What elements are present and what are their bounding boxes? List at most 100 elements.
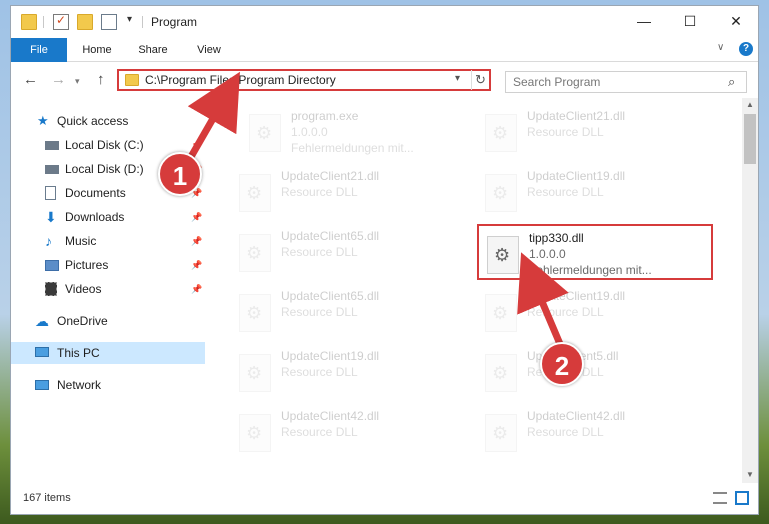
address-path[interactable]: C:\Program Files\Program Directory	[145, 73, 336, 87]
dll-file-icon	[485, 354, 517, 392]
back-arrow-icon[interactable]: ←	[23, 71, 38, 88]
address-bar[interactable]: C:\Program Files\Program Directory ▾ ↻	[117, 69, 491, 91]
pin-icon[interactable]: 📌	[191, 206, 202, 228]
pin-icon[interactable]: 📌	[191, 254, 202, 276]
file-item[interactable]: program.exe 1.0.0.0 Fehlermeldungen mit.…	[241, 104, 477, 160]
file-item[interactable]: UpdateClient19.dll Resource DLL	[477, 284, 713, 340]
forward-arrow-icon[interactable]: →	[51, 71, 66, 88]
sidebar-item-music[interactable]: ♪ Music 📌	[11, 230, 205, 252]
search-input[interactable]	[506, 72, 716, 92]
pin-icon[interactable]: 📌	[191, 230, 202, 252]
file-type: Resource DLL	[281, 185, 358, 199]
file-item[interactable]: UpdateClient65.dll Resource DLL	[231, 284, 467, 340]
network-icon	[35, 380, 49, 390]
file-item[interactable]: UpdateClient42.dll Resource DLL	[231, 404, 467, 460]
file-text: UpdateClient21.dll Resource DLL	[527, 108, 625, 140]
tab-home[interactable]: Home	[73, 38, 121, 62]
folder-icon	[21, 14, 37, 30]
file-name: UpdateClient21.dll	[281, 169, 380, 183]
sidebar-item-quick-access[interactable]: ★ Quick access	[11, 110, 205, 132]
minimize-button[interactable]: —	[621, 6, 667, 36]
file-name: tipp330.dll	[529, 231, 584, 245]
file-text: UpdateClient21.dll Resource DLL	[281, 168, 379, 200]
file-text: tipp330.dll 1.0.0.0 Fehlermeldungen mit.…	[529, 230, 652, 278]
sidebar-item-pictures[interactable]: Pictures 📌	[11, 254, 205, 276]
file-name: UpdateClient65.dll	[281, 229, 380, 243]
properties-icon[interactable]	[53, 13, 69, 30]
scroll-up-icon[interactable]: ▲	[746, 100, 754, 109]
document-icon	[45, 186, 56, 200]
search-icon[interactable]: ⌕	[728, 74, 735, 90]
file-name: UpdateClient19.dll	[527, 169, 626, 183]
drive-icon	[45, 141, 59, 150]
file-item[interactable]: UpdateClient21.dll Resource DLL	[231, 164, 467, 220]
address-dropdown-icon[interactable]: ▾	[455, 73, 460, 84]
close-button[interactable]: ✕	[713, 6, 758, 36]
recent-locations-icon[interactable]: ▾	[75, 76, 80, 87]
new-folder-icon[interactable]	[77, 14, 93, 30]
file-name: UpdateClient19.dll	[281, 349, 380, 363]
navigation-bar: ← → ▾ ↑ C:\Program Files\Program Directo…	[11, 63, 758, 97]
drive-icon	[45, 165, 59, 174]
file-item[interactable]: UpdateClient19.dll Resource DLL	[477, 164, 713, 220]
dll-file-icon	[485, 114, 517, 152]
file-name: UpdateClient42.dll	[527, 409, 626, 423]
file-type: Resource DLL	[527, 185, 604, 199]
video-icon	[45, 282, 57, 296]
pictures-icon	[45, 260, 59, 271]
up-arrow-icon[interactable]: ↑	[97, 71, 105, 88]
scroll-down-icon[interactable]: ▼	[746, 470, 754, 479]
pin-icon[interactable]: 📌	[191, 134, 202, 156]
file-type: Resource DLL	[527, 305, 604, 319]
tab-share[interactable]: Share	[129, 38, 177, 62]
file-type: Resource DLL	[527, 125, 604, 139]
details-view-icon[interactable]	[713, 492, 727, 504]
sidebar-item-downloads[interactable]: ⬇ Downloads 📌	[11, 206, 205, 228]
view-options-icon[interactable]	[101, 14, 117, 30]
file-text: UpdateClient42.dll Resource DLL	[527, 408, 625, 440]
pin-icon[interactable]: 📌	[191, 278, 202, 300]
file-text: UpdateClient65.dll Resource DLL	[281, 288, 379, 320]
title-bar: ▾ Program — ☐ ✕	[11, 6, 758, 38]
file-item[interactable]: UpdateClient65.dll Resource DLL	[231, 224, 467, 280]
file-type: Resource DLL	[527, 425, 604, 439]
file-text: program.exe 1.0.0.0 Fehlermeldungen mit.…	[291, 108, 414, 156]
scrollbar-thumb[interactable]	[744, 114, 756, 164]
file-item[interactable]: UpdateClient19.dll Resource DLL	[231, 344, 467, 400]
tab-view[interactable]: View	[187, 38, 231, 62]
sidebar-item-videos[interactable]: Videos 📌	[11, 278, 205, 300]
sidebar-item-network[interactable]: Network	[11, 374, 205, 396]
download-icon: ⬇	[45, 209, 57, 225]
file-item[interactable]: UpdateClient42.dll Resource DLL	[477, 404, 713, 460]
large-icons-view-icon[interactable]	[735, 491, 749, 505]
refresh-icon[interactable]: ↻	[471, 70, 489, 90]
expand-ribbon-icon[interactable]: ∨	[717, 42, 724, 53]
file-type: Resource DLL	[281, 305, 358, 319]
window-title: Program	[151, 15, 198, 29]
file-text: UpdateClient19.dll Resource DLL	[527, 288, 625, 320]
star-icon: ★	[37, 113, 49, 128]
separator	[142, 16, 143, 28]
search-box[interactable]: ⌕	[505, 71, 747, 93]
dll-file-icon	[485, 174, 517, 212]
file-item-tipp330-dll[interactable]: tipp330.dll 1.0.0.0 Fehlermeldungen mit.…	[477, 224, 713, 280]
help-icon[interactable]: ?	[739, 42, 753, 56]
tab-file[interactable]: File	[11, 38, 67, 62]
file-name: UpdateClient65.dll	[281, 289, 380, 303]
file-text: UpdateClient42.dll Resource DLL	[281, 408, 379, 440]
maximize-button[interactable]: ☐	[667, 6, 713, 36]
computer-icon	[35, 347, 49, 357]
dll-settings-icon	[487, 236, 519, 274]
file-explorer-window: ▾ Program — ☐ ✕ File Home Share View ∨ ?…	[10, 5, 759, 515]
file-description: Fehlermeldungen mit...	[529, 263, 652, 277]
sidebar-item-onedrive[interactable]: ☁ OneDrive	[11, 310, 205, 332]
executable-icon	[249, 114, 281, 152]
customize-toolbar-dropdown-icon[interactable]: ▾	[127, 14, 132, 25]
file-type: Resource DLL	[281, 245, 358, 259]
sidebar-item-this-pc[interactable]: This PC	[11, 342, 205, 364]
music-icon: ♪	[45, 233, 52, 249]
file-item[interactable]: UpdateClient21.dll Resource DLL	[477, 104, 713, 160]
file-item[interactable]: UpdateClient5.dll Resource DLL	[477, 344, 713, 400]
vertical-scrollbar[interactable]: ▲ ▼	[742, 98, 758, 483]
file-name: UpdateClient19.dll	[527, 289, 626, 303]
